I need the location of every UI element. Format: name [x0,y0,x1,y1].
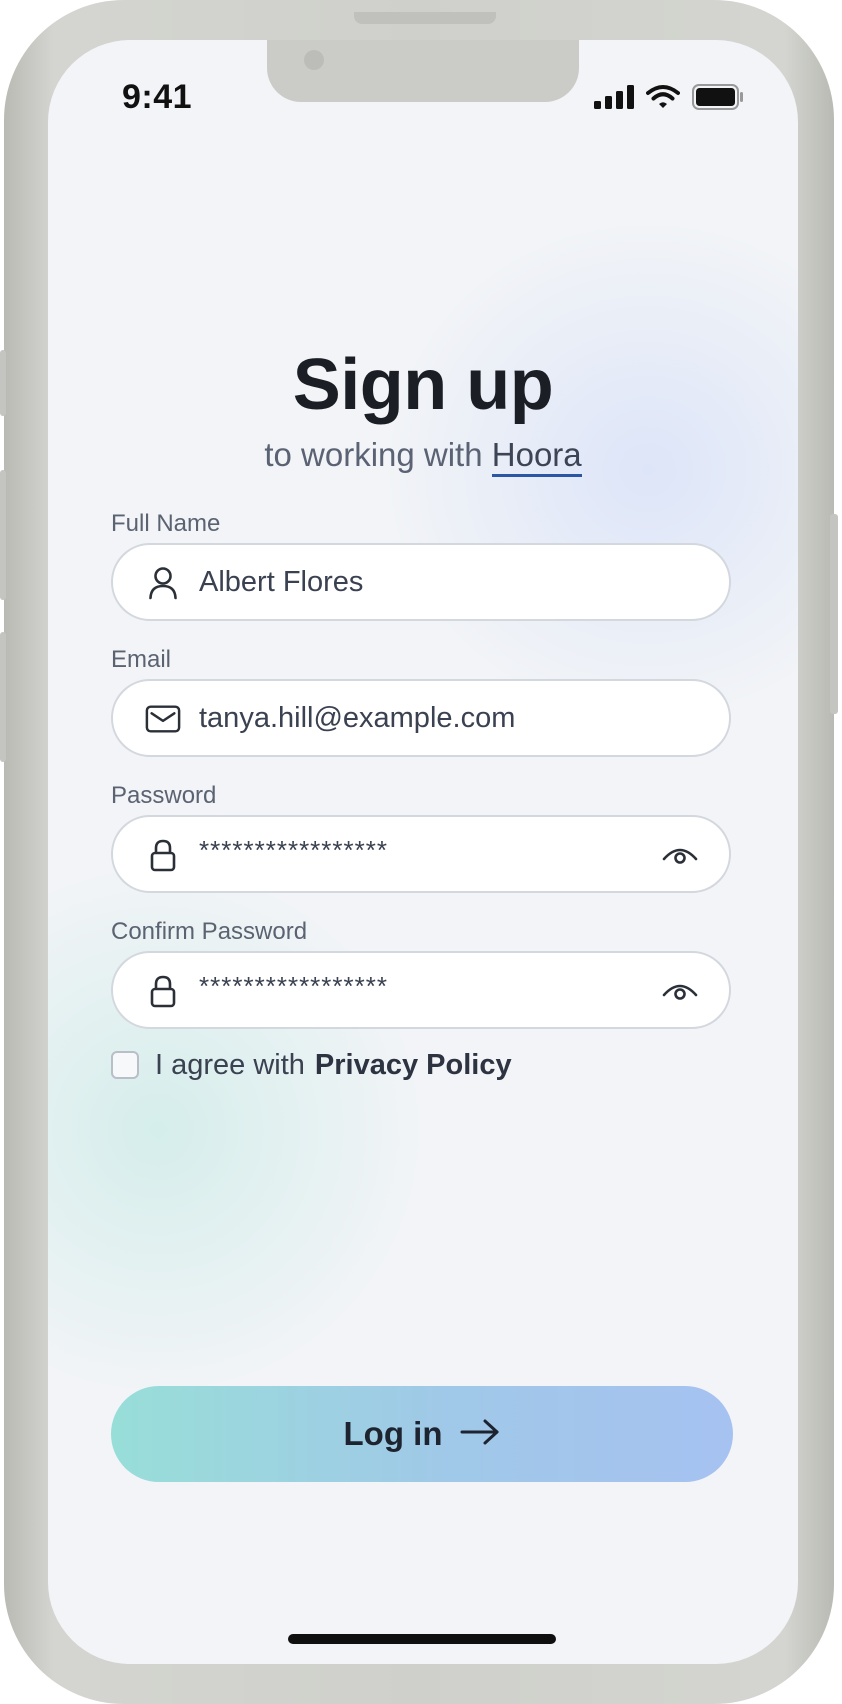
camera-icon [304,50,324,70]
side-button-volume-down [0,632,6,762]
email-label: Email [111,646,172,673]
email-value: tanya.hill@example.com [199,702,516,734]
login-button[interactable]: Log in [111,1386,733,1482]
side-button-volume-up [0,470,6,600]
top-speaker [354,12,496,24]
full-name-field[interactable]: Albert Flores [111,543,731,621]
agree-checkbox[interactable] [111,1051,139,1079]
wifi-icon [646,84,680,115]
phone-frame: 9:41 Sign up to working with Hoora Full … [0,0,838,1704]
page-title: Sign up [292,345,554,425]
confirm-password-label: Confirm Password [111,918,308,945]
privacy-policy-link[interactable]: Privacy Policy [315,1049,512,1082]
confirm-password-field[interactable]: ***************** [111,951,731,1029]
password-value: ***************** [199,835,389,865]
app-screen: 9:41 Sign up to working with Hoora Full … [48,40,798,1664]
confirm-password-value: ***************** [199,971,389,1001]
status-time: 9:41 [122,78,193,116]
password-label: Password [111,782,217,809]
side-button-power [830,514,838,714]
eye-icon[interactable] [661,837,699,873]
brand-link[interactable]: Hoora [491,436,582,477]
agree-row: I agree with Privacy Policy [111,1045,512,1085]
arrow-right-icon [460,1418,500,1451]
mail-icon [145,701,181,737]
cellular-signal-icon [594,85,634,114]
email-field[interactable]: tanya.hill@example.com [111,679,731,757]
status-icons [594,84,744,115]
password-field[interactable]: ***************** [111,815,731,893]
lock-icon [145,973,181,1009]
battery-icon [692,84,744,115]
lock-icon [145,837,181,873]
agree-text: I agree with [155,1048,305,1081]
subtitle-prefix: to working with [264,436,483,473]
eye-icon[interactable] [661,973,699,1009]
home-indicator[interactable] [288,1634,556,1644]
login-button-label: Log in [343,1415,443,1452]
full-name-label: Full Name [111,510,221,537]
side-button-silent [0,350,6,416]
user-icon [145,565,181,601]
full-name-value: Albert Flores [199,566,364,598]
page-subtitle: to working with Hoora [48,436,798,477]
notch [267,40,579,102]
